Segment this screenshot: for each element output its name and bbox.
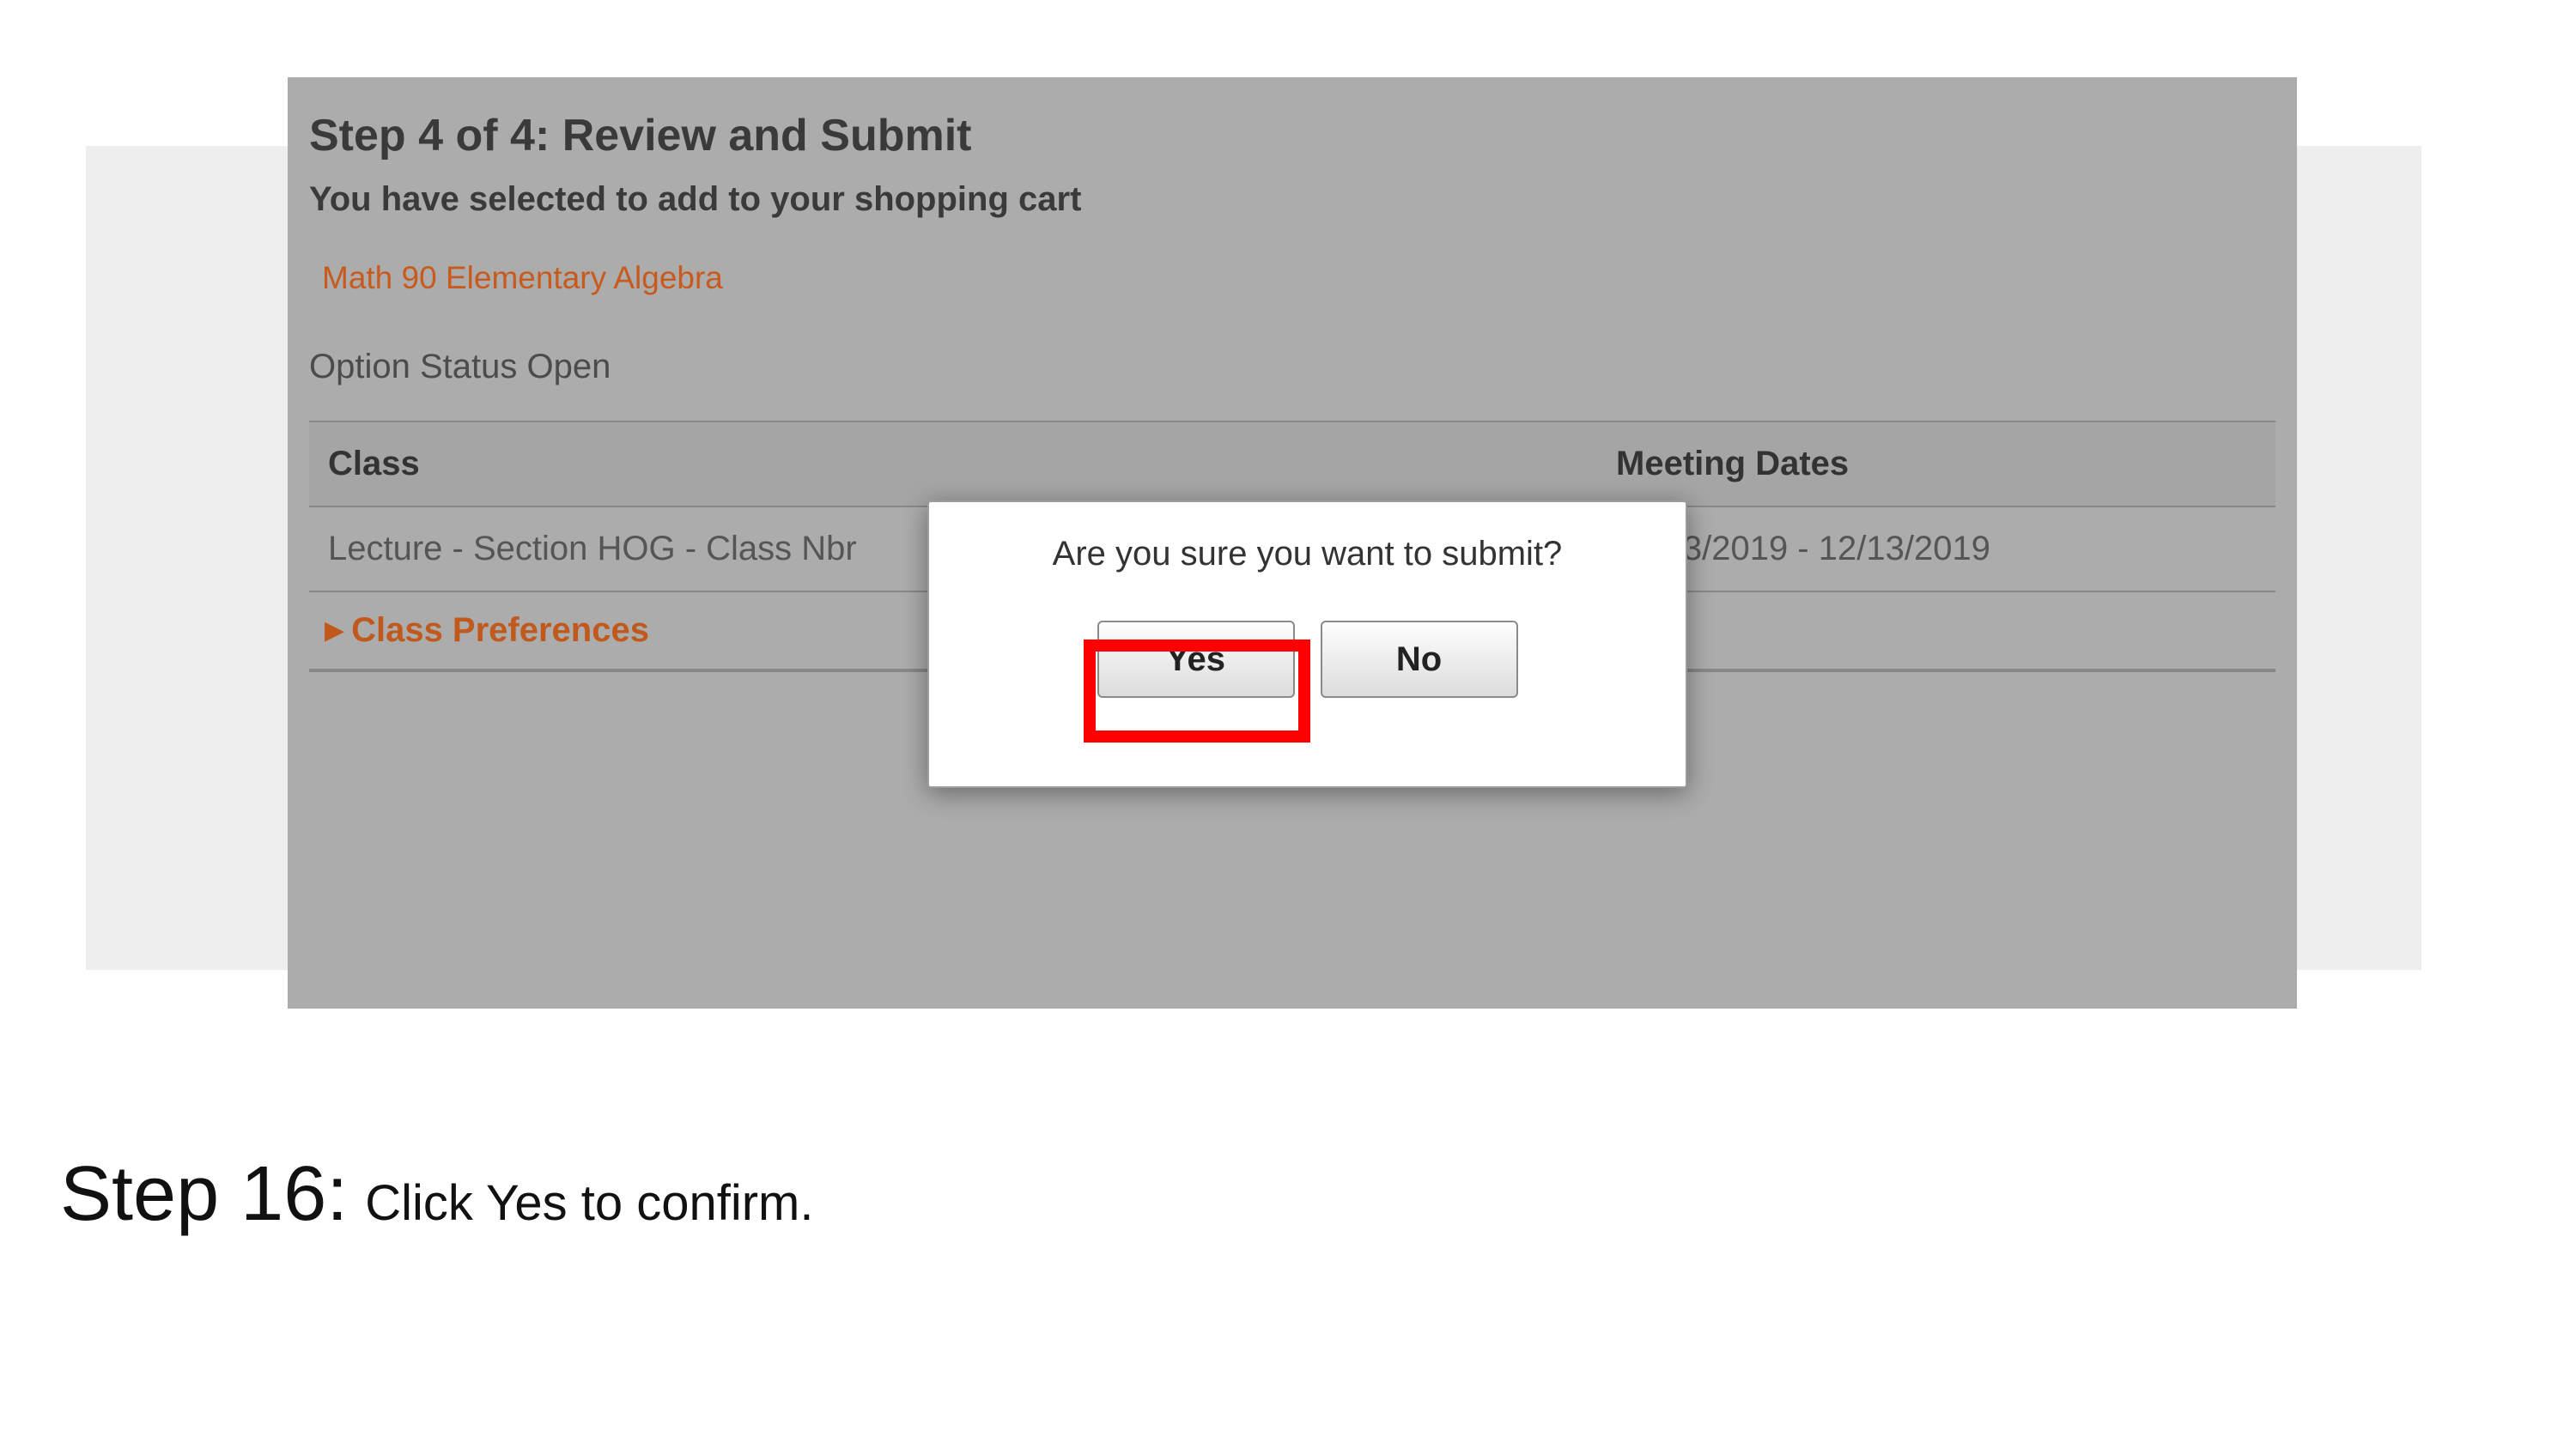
no-button[interactable]: No <box>1321 621 1518 698</box>
yes-button[interactable]: Yes <box>1097 621 1295 698</box>
th-meeting-dates: Meeting Dates <box>1597 422 2275 506</box>
instruction-prefix: Click <box>365 1175 486 1231</box>
chevron-right-icon: ▶ <box>325 615 344 646</box>
confirm-dialog: Are you sure you want to submit? Yes No <box>927 500 1687 788</box>
option-status: Option Status Open <box>309 348 2275 386</box>
dialog-message: Are you sure you want to submit? <box>929 535 1686 573</box>
instruction-line: Step 16: Click Yes to confirm. <box>60 1150 813 1239</box>
class-preferences-label: Class Preferences <box>351 611 649 650</box>
instruction-suffix: to confirm. <box>568 1175 814 1231</box>
td-meeting-dates: 09/23/2019 - 12/13/2019 <box>1597 507 2275 591</box>
table-header-row: Class Meeting Dates <box>309 422 2275 507</box>
instruction-body: Click Yes to confirm. <box>365 1174 813 1232</box>
sub-heading: You have selected to add to your shoppin… <box>309 180 2275 219</box>
step-heading: Step 4 of 4: Review and Submit <box>309 110 2275 161</box>
dialog-buttons: Yes No <box>929 621 1686 698</box>
course-title: Math 90 Elementary Algebra <box>322 260 2275 296</box>
th-class: Class <box>309 422 1597 506</box>
instruction-bold: Yes <box>486 1175 568 1231</box>
instruction-step-number: Step 16: <box>60 1150 348 1239</box>
